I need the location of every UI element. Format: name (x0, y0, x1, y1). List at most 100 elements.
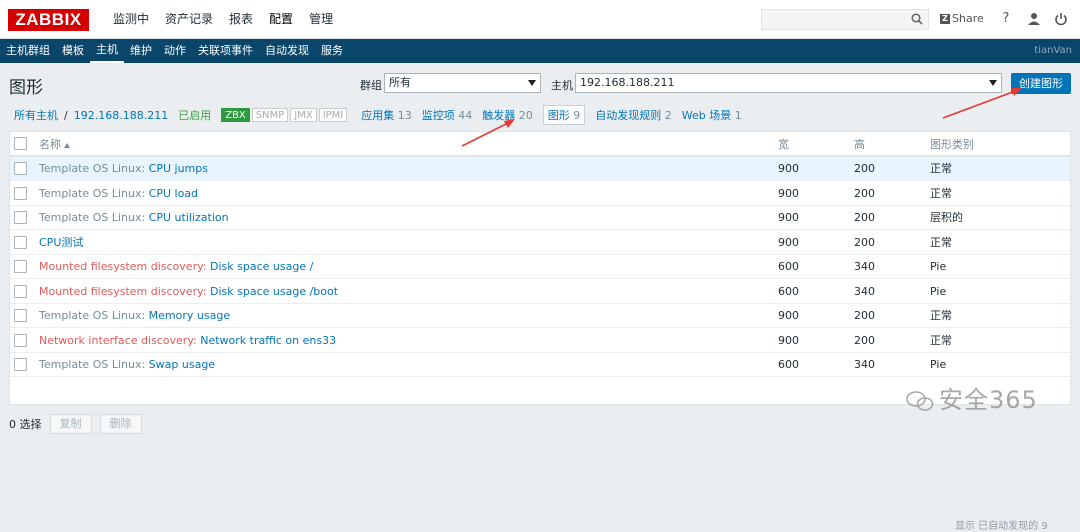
tab-graphs[interactable]: 图形 9 (542, 105, 586, 125)
table-header: 名称 宽 高 图形类别 (10, 132, 1070, 157)
graph-name-cell: Network interface discovery: Network tra… (39, 329, 336, 353)
column-header-name[interactable]: 名称 (39, 132, 70, 157)
ipmi-availability-badge: IPMI (318, 108, 348, 122)
create-graph-button[interactable]: 创建图形 (1011, 73, 1071, 94)
row-checkbox[interactable] (14, 211, 27, 224)
table-row: Template OS Linux: Memory usage 900 200 正常 (10, 304, 1070, 328)
row-checkbox[interactable] (14, 235, 27, 249)
row-checkbox[interactable] (14, 333, 27, 347)
group-filter-label: 群组 (360, 79, 382, 92)
graphs-table: 名称 宽 高 图形类别 Template OS Linux: CPU jumps… (9, 131, 1071, 532)
table-row: Template OS Linux: CPU jumps 900 200 正常 (10, 157, 1070, 181)
graph-type-cell: 正常 (930, 309, 952, 322)
subnav-templates[interactable]: 模板 (56, 39, 90, 63)
graph-height-cell: 340 (854, 284, 875, 298)
jmx-availability-badge: JMX (290, 108, 317, 122)
row-checkbox[interactable] (14, 186, 27, 200)
selected-count: 0 选择 (9, 418, 42, 431)
graph-template-prefix-link[interactable]: Mounted filesystem discovery: (39, 260, 210, 273)
graph-name-link[interactable]: Swap usage (149, 358, 215, 371)
column-header-width: 宽 (778, 138, 789, 151)
host-status-enabled[interactable]: 已启用 (178, 107, 211, 123)
tab-count: 1 (734, 109, 742, 122)
menu-monitoring[interactable]: 监测中 (105, 0, 157, 39)
share-button[interactable]: Z Share (940, 12, 984, 25)
subnav-maintenance[interactable]: 维护 (124, 39, 158, 63)
graph-template-prefix-link[interactable]: Template OS Linux: (39, 211, 149, 224)
table-row: Mounted filesystem discovery: Disk space… (10, 255, 1070, 279)
tab-label: 自动发现规则 (595, 109, 662, 122)
tab-web-scenarios[interactable]: Web 场景 1 (682, 107, 742, 123)
subnav-actions[interactable]: 动作 (158, 39, 192, 63)
graph-height-cell: 200 (854, 211, 875, 224)
graph-name-link[interactable]: Network traffic on ens33 (200, 334, 336, 347)
graph-width-cell: 900 (778, 162, 799, 175)
breadcrumb-host[interactable]: 192.168.188.211 (74, 109, 168, 122)
help-icon[interactable]: ? (998, 11, 1014, 27)
user-profile-icon[interactable] (1026, 11, 1042, 27)
share-label: Share (952, 12, 984, 25)
menu-inventory[interactable]: 资产记录 (157, 0, 221, 39)
delete-button[interactable]: 删除 (99, 414, 142, 434)
tab-applications[interactable]: 应用集 13 (361, 107, 412, 123)
graph-type-cell: 正常 (930, 162, 952, 175)
graph-width-cell: 900 (778, 186, 799, 200)
graph-template-prefix-link[interactable]: Mounted filesystem discovery: (39, 285, 210, 298)
graph-name-link[interactable]: CPU utilization (149, 211, 229, 224)
search-icon[interactable] (911, 13, 923, 25)
group-select[interactable]: 所有 (384, 73, 541, 93)
row-checkbox[interactable] (14, 284, 27, 298)
menu-reports[interactable]: 报表 (221, 0, 261, 39)
graph-name-link[interactable]: Disk space usage / (210, 260, 313, 273)
subnav-discovery[interactable]: 自动发现 (259, 39, 315, 63)
graph-template-prefix-link[interactable]: Template OS Linux: (39, 309, 149, 322)
graph-type-cell: Pie (930, 260, 947, 273)
tab-label: Web 场景 (681, 109, 732, 122)
graph-name-link[interactable]: Disk space usage /boot (210, 285, 338, 298)
graph-name-link[interactable]: CPU jumps (149, 162, 208, 175)
tab-items[interactable]: 监控项 44 (422, 107, 473, 123)
zabbix-logo[interactable]: ZABBIX (8, 9, 89, 31)
logout-power-icon[interactable] (1053, 11, 1069, 27)
graph-height-cell: 200 (854, 235, 875, 249)
subnav-host-groups[interactable]: 主机群组 (0, 39, 56, 63)
subnav-hosts[interactable]: 主机 (90, 39, 124, 63)
tab-triggers[interactable]: 触发器 20 (482, 107, 533, 123)
graph-width-cell: 600 (778, 284, 799, 298)
subnav-services[interactable]: 服务 (315, 39, 349, 63)
row-checkbox[interactable] (14, 162, 27, 175)
graph-width-cell: 900 (778, 333, 799, 347)
tab-discovery-rules[interactable]: 自动发现规则 2 (595, 107, 672, 123)
graph-template-prefix-link[interactable]: Template OS Linux: (39, 162, 149, 175)
host-tabs-row: 所有主机 / 192.168.188.211 已启用 ZBX SNMP JMX … (14, 105, 752, 125)
copy-button[interactable]: 复制 (49, 414, 92, 434)
graph-name-cell: Mounted filesystem discovery: Disk space… (39, 280, 338, 304)
graph-name-cell: Template OS Linux: CPU utilization (39, 206, 229, 230)
search-input[interactable] (761, 9, 929, 30)
graph-template-prefix-link[interactable]: Template OS Linux: (39, 187, 149, 200)
row-checkbox[interactable] (14, 260, 27, 273)
zbx-availability-badge: ZBX (221, 108, 250, 122)
graph-name-link[interactable]: CPU load (149, 187, 198, 200)
graph-height-cell: 340 (854, 260, 875, 273)
subnav-correlation[interactable]: 关联项事件 (192, 39, 259, 63)
menu-administration[interactable]: 管理 (301, 0, 341, 39)
graph-template-prefix-link[interactable]: Network interface discovery: (39, 334, 200, 347)
watermark-text: 安全365 (939, 386, 1038, 414)
tab-count: 20 (518, 109, 533, 122)
graph-template-prefix-link[interactable]: Template OS Linux: (39, 358, 149, 371)
graph-name-cell: Mounted filesystem discovery: Disk space… (39, 255, 313, 279)
graph-name-link[interactable]: CPU测试 (39, 236, 83, 249)
breadcrumb-separator: / (64, 108, 68, 122)
host-select[interactable]: 192.168.188.211 (575, 73, 1002, 93)
row-checkbox[interactable] (14, 358, 27, 371)
tab-label: 图形 (547, 109, 570, 122)
row-checkbox[interactable] (14, 309, 27, 322)
breadcrumb-all-hosts[interactable]: 所有主机 (14, 107, 58, 123)
graph-name-link[interactable]: Memory usage (149, 309, 230, 322)
menu-configuration[interactable]: 配置 (261, 0, 301, 39)
name-header-label: 名称 (39, 138, 61, 151)
group-select-value: 所有 (389, 76, 411, 89)
select-all-checkbox[interactable] (14, 137, 27, 150)
graph-type-cell: 层积的 (930, 211, 963, 224)
